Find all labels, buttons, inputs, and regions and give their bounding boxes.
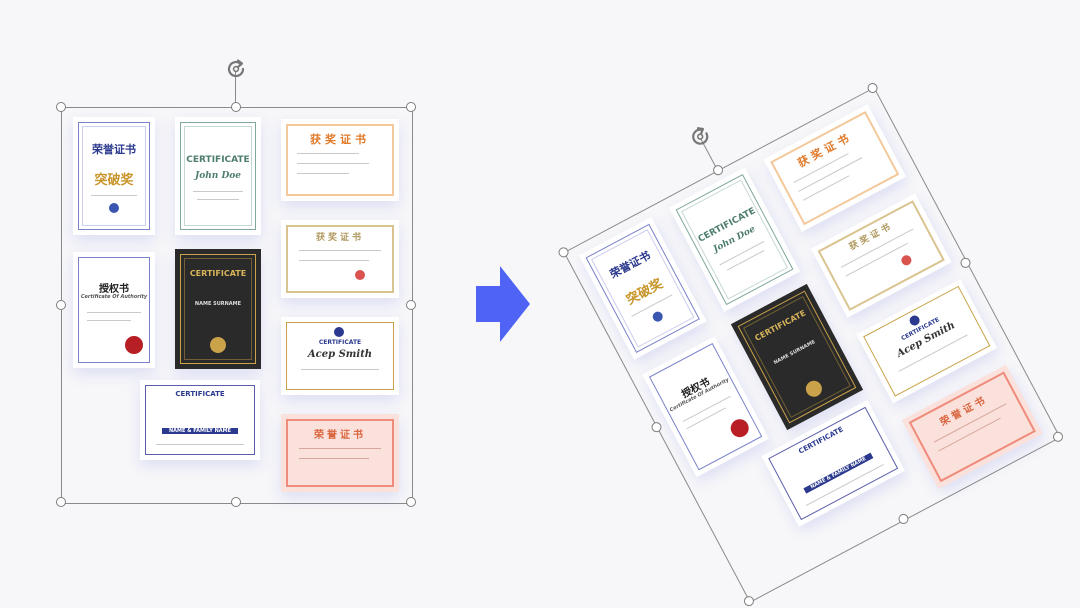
certificate-card[interactable]: CERTIFICATE NAME & FAMILY NAME — [140, 380, 260, 460]
rotate-icon[interactable] — [684, 120, 716, 152]
badge-icon — [334, 327, 344, 337]
certificate-title: 荣誉证书 — [314, 430, 366, 441]
resize-handle-bottom-right[interactable] — [406, 497, 416, 507]
resize-handle-bottom[interactable] — [231, 497, 241, 507]
certificate-subtitle: John Doe — [194, 171, 241, 181]
certificate-title: 授权书 — [99, 284, 129, 295]
certificate-card[interactable]: 荣誉证书 突破奖 — [73, 117, 155, 235]
certificate-card[interactable]: CERTIFICATE John Doe — [175, 117, 261, 235]
resize-handle-bottom-left[interactable] — [56, 497, 66, 507]
certificate-card[interactable]: 获奖证书 — [281, 119, 399, 201]
badge-icon — [109, 203, 119, 213]
resize-handle-top-right[interactable] — [406, 102, 416, 112]
certificate-title: CERTIFICATE — [189, 269, 247, 278]
certificate-title: 获奖证书 — [310, 133, 370, 146]
seal-icon — [355, 270, 365, 280]
certificate-title: 获奖证书 — [315, 233, 364, 243]
certificate-subtitle: Acep Smith — [307, 349, 373, 360]
certificate-subtitle: Certificate Of Authority — [80, 294, 148, 300]
certificate-title: CERTIFICATE — [186, 155, 250, 165]
certificate-title: CERTIFICATE — [175, 390, 225, 398]
certificate-subtitle: 突破奖 — [94, 173, 134, 188]
certificate-subtitle: NAME SURNAME — [194, 301, 242, 307]
certificate-group-rotated[interactable]: 荣誉证书 突破奖 CERTIFICATE John Doe 获奖证书 授权书 C… — [556, 81, 1065, 608]
seal-icon — [210, 337, 226, 353]
certificate-group-original[interactable]: 荣誉证书 突破奖 CERTIFICATE John Doe 获奖证书 授权书 C… — [56, 59, 416, 507]
arrow-right-icon — [476, 266, 530, 342]
certificate-card[interactable]: 获奖证书 — [281, 220, 399, 298]
resize-handle-top[interactable] — [231, 102, 241, 112]
certificate-card[interactable]: 荣誉证书 — [281, 414, 399, 492]
certificate-title: CERTIFICATE — [318, 339, 362, 346]
certificate-card[interactable]: CERTIFICATE Acep Smith — [281, 317, 399, 395]
resize-handle-left[interactable] — [56, 300, 66, 310]
certificate-card[interactable]: CERTIFICATE NAME SURNAME — [175, 249, 261, 369]
certificate-title: 荣誉证书 — [92, 143, 136, 156]
certificate-card[interactable]: 授权书 Certificate Of Authority — [73, 252, 155, 368]
resize-handle-top-left[interactable] — [56, 102, 66, 112]
seal-icon — [125, 336, 143, 354]
resize-handle-right[interactable] — [406, 300, 416, 310]
rotate-icon[interactable] — [224, 57, 248, 81]
certificate-subtitle: NAME & FAMILY NAME — [162, 428, 238, 434]
